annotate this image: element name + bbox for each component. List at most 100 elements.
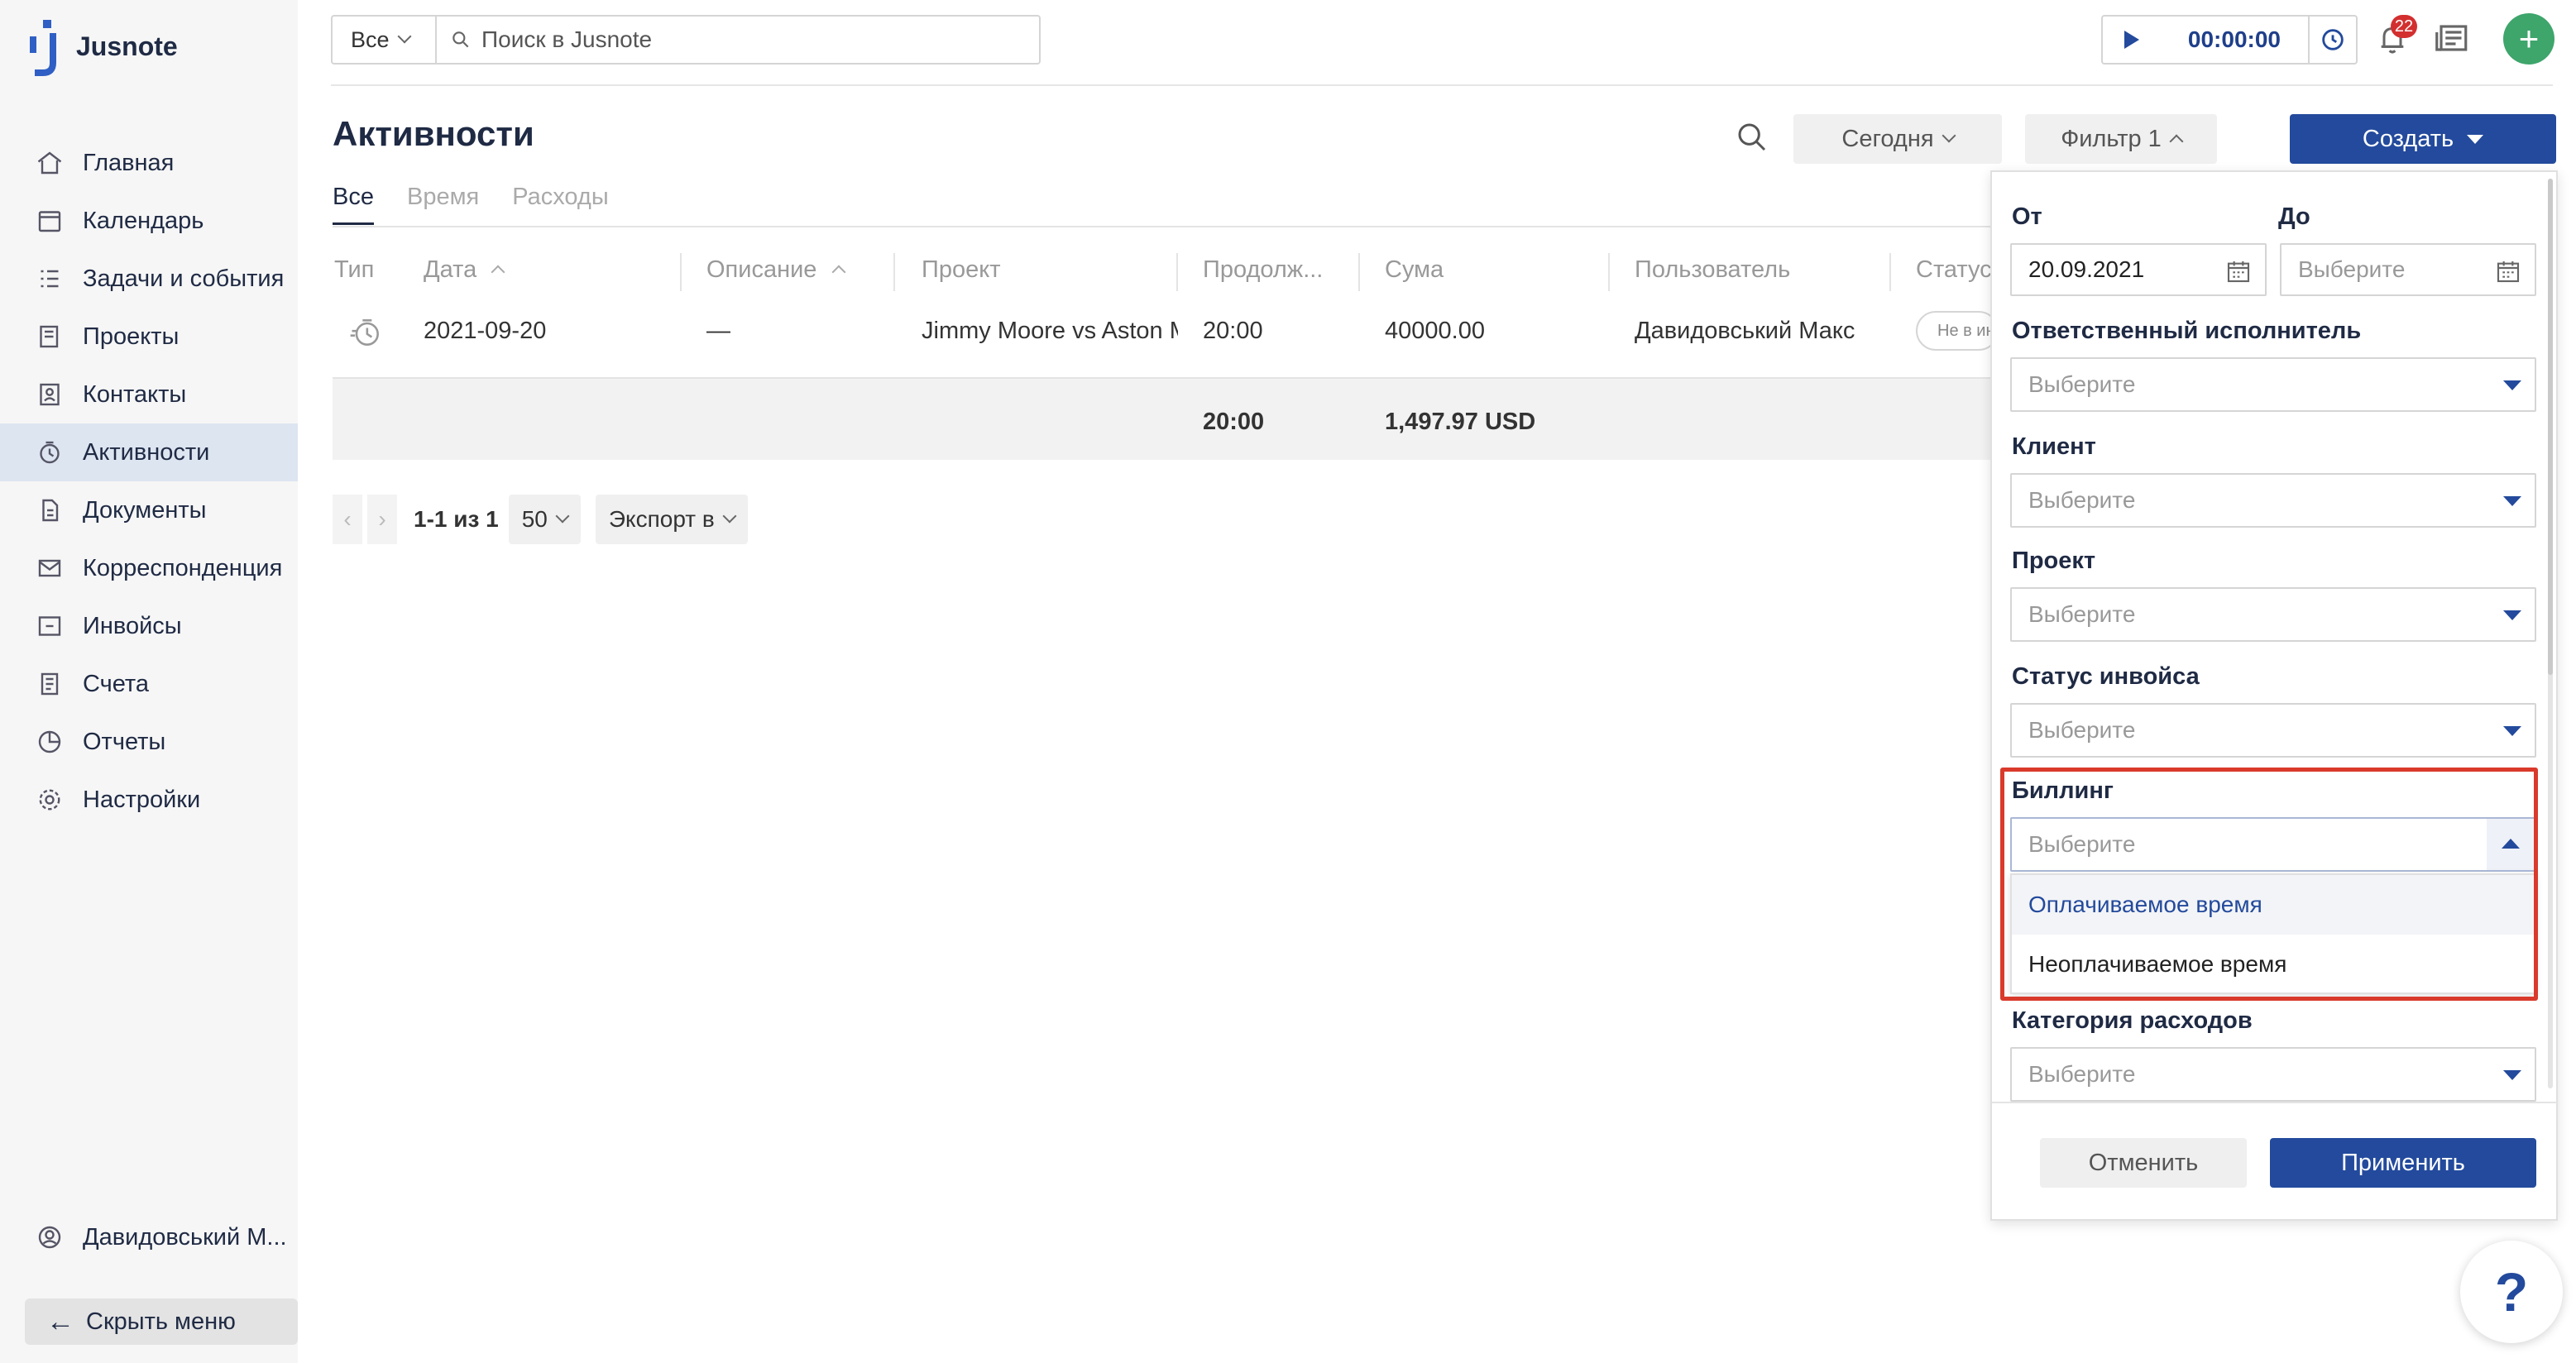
sidebar-item-label: Проекты [83, 323, 180, 350]
search-input[interactable] [480, 26, 993, 54]
caret-down-icon [2467, 134, 2484, 144]
apply-button[interactable]: Применить [2270, 1138, 2536, 1188]
to-date-field[interactable]: Выберите [2280, 243, 2536, 296]
cancel-button[interactable]: Отменить [2040, 1138, 2247, 1188]
calendar-icon [2497, 261, 2520, 283]
search-icon[interactable] [1736, 121, 1769, 154]
question-icon: ? [2494, 1261, 2529, 1322]
scrollbar-thumb[interactable] [2548, 179, 2553, 675]
total-amount: 1,497.97 USD [1385, 409, 1536, 435]
column-project: Проект [922, 256, 1001, 283]
sidebar-nav: Главная Календарь Задачи и события Проек… [0, 134, 298, 829]
next-page-button[interactable]: › [367, 495, 397, 544]
user-profile[interactable]: Давидовський М... [35, 1222, 287, 1252]
help-button[interactable]: ? [2460, 1241, 2563, 1343]
to-date-placeholder: Выберите [2298, 256, 2406, 282]
filter-panel: От До 20.09.2021 Выберите Ответственный … [1990, 170, 2558, 1221]
sidebar-item-label: Главная [83, 149, 175, 176]
to-label: До [2278, 203, 2310, 230]
sidebar-item-documents[interactable]: Документы [0, 481, 298, 539]
quick-add-button[interactable]: + [2503, 13, 2554, 65]
client-select[interactable]: Выберите [2010, 473, 2536, 528]
row-user: Давидовський Макс [1635, 318, 1855, 344]
app-logo[interactable]: Jusnote [30, 17, 178, 76]
chevron-down-icon [397, 29, 412, 44]
chevron-left-icon: ‹ [343, 506, 352, 532]
page-title: Активности [333, 114, 534, 153]
invoice-status-label: Статус инвойса [2012, 663, 2200, 690]
timer-history-button[interactable] [2308, 17, 2356, 63]
column-type: Тип [334, 256, 375, 283]
date-range-button[interactable]: Сегодня [1793, 114, 2002, 164]
notification-badge: 22 [2391, 15, 2417, 38]
sidebar-item-accounts[interactable]: Счета [0, 655, 298, 713]
caret-down-icon [2503, 1070, 2521, 1080]
responsible-label: Ответственный исполнитель [2012, 318, 2362, 344]
caret-down-icon [2503, 610, 2521, 620]
column-separator [1358, 253, 1360, 291]
sidebar-item-contacts[interactable]: Контакты [0, 366, 298, 423]
sidebar-item-projects[interactable]: Проекты [0, 308, 298, 366]
total-duration: 20:00 [1203, 409, 1265, 435]
responsible-select[interactable]: Выберите [2010, 357, 2536, 412]
timer-play-button[interactable] [2103, 17, 2161, 63]
search-icon [452, 31, 469, 48]
logo-icon [30, 20, 56, 76]
project-select[interactable]: Выберите [2010, 587, 2536, 642]
hide-menu-button[interactable]: ← Скрыть меню [25, 1298, 298, 1345]
home-icon [35, 148, 65, 178]
sidebar-item-home[interactable]: Главная [0, 134, 298, 192]
chevron-down-icon [722, 509, 737, 524]
projects-icon [35, 322, 65, 352]
sidebar-item-tasks[interactable]: Задачи и события [0, 250, 298, 308]
sidebar-item-label: Активности [83, 438, 210, 466]
prev-page-button[interactable]: ‹ [333, 495, 362, 544]
export-select[interactable]: Экспорт в [595, 495, 748, 544]
sidebar-item-activities[interactable]: Активности [0, 423, 298, 481]
activity-icon [35, 438, 65, 467]
page-size-select[interactable]: 50 [508, 495, 581, 544]
sidebar-item-correspondence[interactable]: Корреспонденция [0, 539, 298, 597]
sidebar-item-invoices[interactable]: Инвойсы [0, 597, 298, 655]
expense-category-placeholder: Выберите [2028, 1061, 2136, 1087]
activity-tabs: Все Время Расходы [333, 184, 642, 225]
expense-category-select[interactable]: Выберите [2010, 1047, 2536, 1102]
play-icon [2124, 31, 2139, 49]
sidebar-item-settings[interactable]: Настройки [0, 771, 298, 829]
sidebar-item-reports[interactable]: Отчеты [0, 713, 298, 771]
project-placeholder: Выберите [2028, 601, 2136, 627]
filter-label: Фильтр 1 [2061, 125, 2162, 152]
tab-all[interactable]: Все [333, 184, 374, 225]
user-name: Давидовський М... [83, 1223, 287, 1251]
clock-icon [2322, 29, 2344, 50]
sidebar-item-label: Настройки [83, 786, 201, 813]
project-label: Проект [2012, 548, 2096, 574]
column-description[interactable]: Описание [706, 256, 845, 284]
calendar-icon [35, 206, 65, 236]
from-date-value: 20.09.2021 [2028, 256, 2145, 282]
column-status: Статус [1916, 256, 1990, 283]
tab-time[interactable]: Время [407, 184, 479, 225]
filter-button[interactable]: Фильтр 1 [2025, 114, 2217, 164]
tab-expenses[interactable]: Расходы [512, 184, 608, 225]
news-icon[interactable] [2435, 22, 2470, 55]
row-project[interactable]: Jimmy Moore vs Aston M [922, 318, 1178, 345]
search-scope-select[interactable]: Все [331, 15, 437, 65]
sidebar-item-label: Отчеты [83, 728, 166, 755]
responsible-placeholder: Выберите [2028, 371, 2136, 397]
from-date-field[interactable]: 20.09.2021 [2010, 243, 2267, 296]
highlight-annotation [2000, 768, 2538, 1001]
calendar-icon [2227, 261, 2250, 283]
row-date: 2021-09-20 [424, 318, 547, 344]
column-separator [1889, 253, 1891, 291]
column-date[interactable]: Дата [424, 256, 505, 284]
sidebar-item-calendar[interactable]: Календарь [0, 192, 298, 250]
chevron-up-icon [2169, 134, 2184, 149]
app-name: Jusnote [76, 31, 178, 61]
invoice-status-select[interactable]: Выберите [2010, 703, 2536, 758]
tasks-icon [35, 264, 65, 294]
header-divider [331, 84, 2553, 86]
row-description: — [706, 318, 730, 344]
contacts-icon [35, 380, 65, 409]
create-button[interactable]: Создать [2290, 114, 2556, 164]
